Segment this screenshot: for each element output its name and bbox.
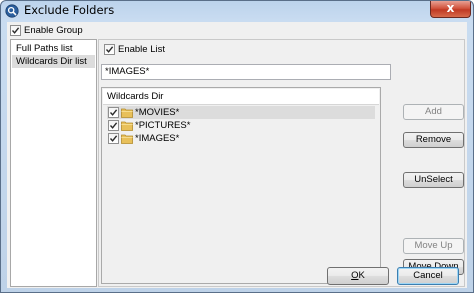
row-checkbox[interactable] bbox=[108, 107, 119, 118]
search-icon bbox=[5, 4, 19, 18]
checkmark-icon bbox=[105, 46, 114, 53]
row-label: *MOVIES* bbox=[135, 107, 180, 118]
add-button[interactable]: Add bbox=[403, 104, 464, 120]
dialog-client-area: Enable Group Full Paths list Wildcards D… bbox=[7, 22, 467, 288]
move-up-button[interactable]: Move Up bbox=[403, 238, 464, 254]
remove-button[interactable]: Remove bbox=[403, 132, 464, 148]
exclude-folders-window: Exclude Folders x Enable Group Full Path… bbox=[0, 0, 474, 293]
exclusion-type-list[interactable]: Full Paths list Wildcards Dir list bbox=[10, 39, 97, 287]
checkmark-icon bbox=[11, 27, 20, 34]
checkmark-icon bbox=[109, 135, 118, 142]
unselect-button[interactable]: UnSelect bbox=[403, 172, 464, 188]
ok-mnemonic: O bbox=[351, 270, 359, 281]
row-label: *IMAGES* bbox=[135, 133, 180, 144]
enable-group-checkbox[interactable] bbox=[10, 25, 21, 36]
ok-button[interactable]: OK bbox=[327, 267, 389, 285]
folder-icon bbox=[121, 107, 133, 118]
cancel-button[interactable]: Cancel bbox=[397, 267, 459, 285]
enable-list-label[interactable]: Enable List bbox=[118, 44, 165, 55]
list-item[interactable]: *MOVIES* bbox=[107, 106, 375, 119]
enable-group-label[interactable]: Enable Group bbox=[24, 25, 83, 36]
list-item-wildcards-dir[interactable]: Wildcards Dir list bbox=[12, 55, 95, 68]
wildcards-dir-header[interactable]: Wildcards Dir bbox=[103, 89, 379, 105]
row-checkbox[interactable] bbox=[108, 133, 119, 144]
wildcards-dir-group: Wildcards Dir *MOVIES* *PICTURES* *IMAGE… bbox=[101, 87, 381, 284]
enable-list-checkbox[interactable] bbox=[104, 44, 115, 55]
close-button[interactable]: x bbox=[430, 1, 471, 18]
wildcards-dir-list[interactable]: *MOVIES* *PICTURES* *IMAGES* bbox=[107, 106, 378, 282]
list-item-full-paths[interactable]: Full Paths list bbox=[12, 42, 95, 55]
list-item[interactable]: *PICTURES* bbox=[107, 119, 375, 132]
checkmark-icon bbox=[109, 109, 118, 116]
list-item-label: Wildcards Dir list bbox=[16, 56, 87, 67]
list-item[interactable]: *IMAGES* bbox=[107, 132, 375, 145]
window-title: Exclude Folders bbox=[24, 3, 115, 17]
list-item-label: Full Paths list bbox=[16, 43, 73, 54]
folder-icon bbox=[121, 133, 133, 144]
checkmark-icon bbox=[109, 122, 118, 129]
wildcard-input[interactable]: *IMAGES* bbox=[101, 64, 391, 80]
wildcards-panel: Enable List *IMAGES* Wildcards Dir *MOVI… bbox=[98, 39, 465, 287]
ok-label-rest: K bbox=[358, 270, 365, 281]
row-label: *PICTURES* bbox=[135, 120, 191, 131]
folder-icon bbox=[121, 120, 133, 131]
close-icon: x bbox=[446, 1, 455, 15]
title-bar[interactable]: Exclude Folders x bbox=[1, 1, 473, 21]
row-checkbox[interactable] bbox=[108, 120, 119, 131]
